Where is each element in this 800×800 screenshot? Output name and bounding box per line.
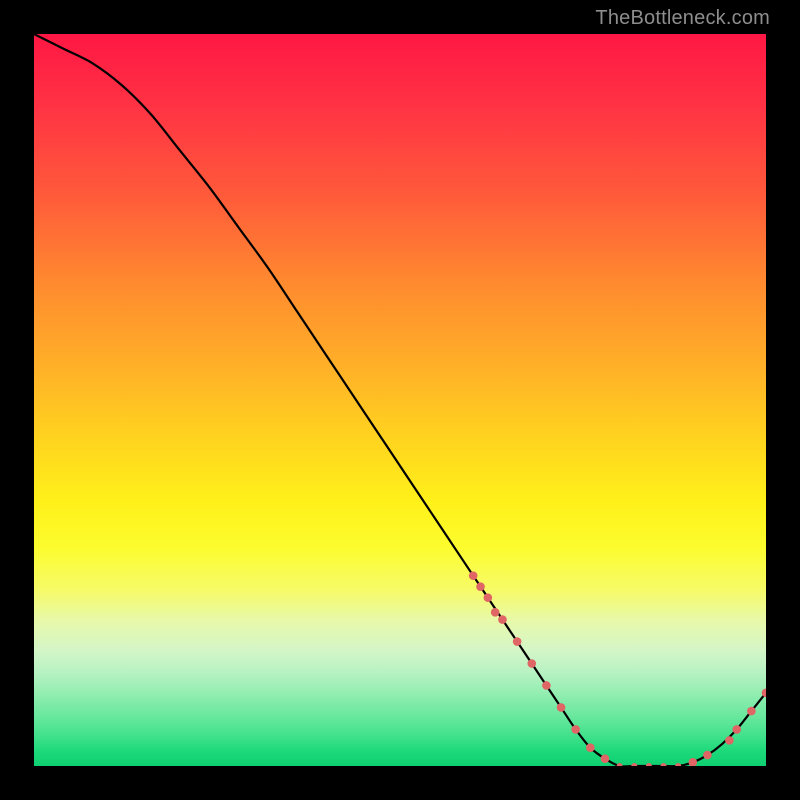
curve-marker <box>513 637 522 646</box>
curve-marker <box>469 571 478 580</box>
curve-marker <box>689 758 698 766</box>
curve-marker <box>527 659 536 668</box>
curve-marker <box>661 763 667 766</box>
curve-marker <box>601 754 610 763</box>
chart-container: TheBottleneck.com <box>0 0 800 800</box>
curve-marker <box>725 736 734 745</box>
curve-marker <box>732 725 741 734</box>
curve-marker <box>631 763 637 766</box>
plot-area <box>34 34 766 766</box>
curve-markers <box>469 571 766 766</box>
curve-marker <box>484 593 493 602</box>
chart-svg <box>34 34 766 766</box>
curve-marker <box>491 608 500 617</box>
curve-marker <box>586 743 595 752</box>
curve-marker <box>747 707 756 716</box>
curve-marker <box>703 751 712 760</box>
curve-marker <box>476 582 485 591</box>
curve-marker <box>675 763 681 766</box>
curve-marker <box>498 615 507 624</box>
curve-marker <box>762 689 766 698</box>
curve-marker <box>557 703 566 712</box>
curve-marker <box>617 763 623 766</box>
bottleneck-curve <box>34 34 766 766</box>
curve-marker <box>571 725 580 734</box>
watermark-text: TheBottleneck.com <box>595 7 770 30</box>
curve-marker <box>646 763 652 766</box>
curve-marker <box>542 681 551 690</box>
